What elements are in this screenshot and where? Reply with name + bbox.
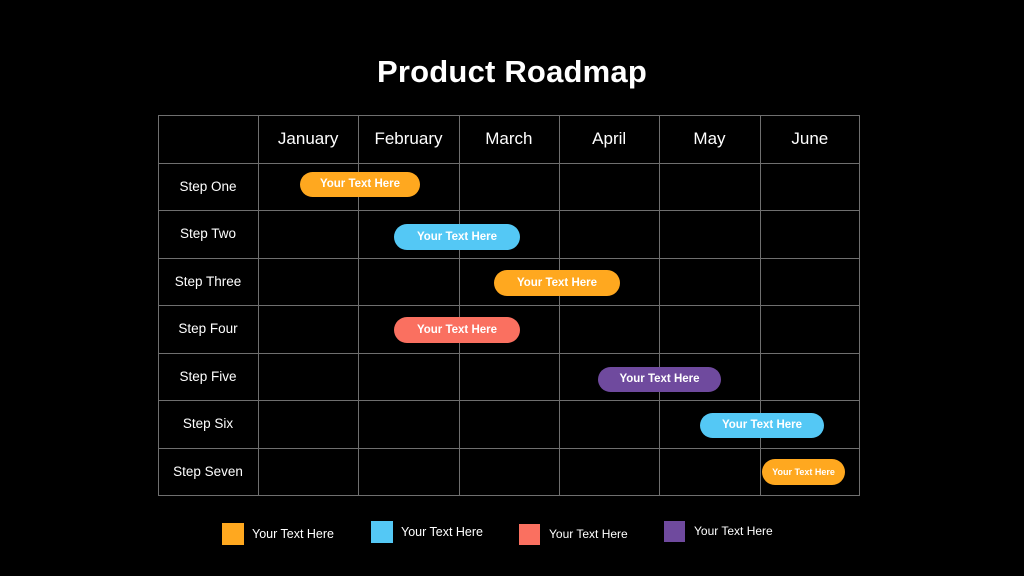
column-header-february: February (374, 129, 443, 148)
gantt-bar-step-one[interactable]: Your Text Here (300, 172, 420, 197)
gantt-bar-step-four[interactable]: Your Text Here (394, 317, 520, 343)
legend-label-orange: Your Text Here (252, 527, 334, 541)
column-header-april: April (592, 129, 627, 148)
grid-line-horizontal (158, 448, 860, 449)
row-label-step-seven: Step Seven (173, 463, 243, 479)
legend-swatch-purple (664, 521, 685, 542)
grid-line-horizontal (158, 495, 860, 496)
slide-canvas: Product Roadmap January February March Apri… (0, 0, 1024, 576)
gantt-bar-step-six[interactable]: Your Text Here (700, 413, 824, 438)
column-header-january: January (277, 129, 339, 148)
row-label-step-six: Step Six (182, 416, 234, 432)
column-header-march: March (485, 129, 533, 148)
grid-line-horizontal (158, 210, 860, 211)
column-header-may: May (693, 129, 726, 148)
grid-line-vertical (760, 115, 761, 495)
page-title: Product Roadmap (377, 54, 647, 89)
legend-label-coral: Your Text Here (549, 527, 628, 541)
grid-line-horizontal (158, 163, 860, 164)
row-label-step-five: Step Five (179, 368, 237, 384)
grid-line-vertical (859, 115, 860, 495)
legend-label-blue: Your Text Here (401, 525, 483, 539)
grid-line-vertical (459, 115, 460, 495)
grid-line-vertical (258, 115, 259, 495)
gantt-bar-step-five[interactable]: Your Text Here (598, 367, 721, 392)
grid-line-horizontal (158, 353, 860, 354)
legend: Your Text Here Your Text Here Your Text He… (0, 505, 1024, 565)
legend-swatch-blue (371, 521, 393, 543)
grid-line-vertical (559, 115, 560, 495)
grid-line-vertical (659, 115, 660, 495)
column-header-june: June (791, 129, 829, 148)
grid-line-horizontal (158, 400, 860, 401)
gantt-bar-step-three[interactable]: Your Text Here (494, 270, 620, 296)
grid-line-horizontal (158, 305, 860, 306)
row-label-step-three: Step Three (174, 273, 242, 289)
row-label-step-four: Step Four (178, 321, 238, 337)
row-label-step-two: Step Two (179, 226, 237, 242)
gantt-bar-step-two[interactable]: Your Text Here (394, 224, 520, 250)
legend-label-purple: Your Text Here (694, 524, 773, 538)
roadmap-table (158, 115, 860, 496)
row-label-step-one: Step One (179, 179, 237, 194)
legend-swatch-coral (519, 524, 540, 545)
legend-swatch-orange (222, 523, 244, 545)
gantt-bar-step-seven[interactable]: Your Text Here (762, 459, 845, 485)
grid-line-horizontal (158, 258, 860, 259)
